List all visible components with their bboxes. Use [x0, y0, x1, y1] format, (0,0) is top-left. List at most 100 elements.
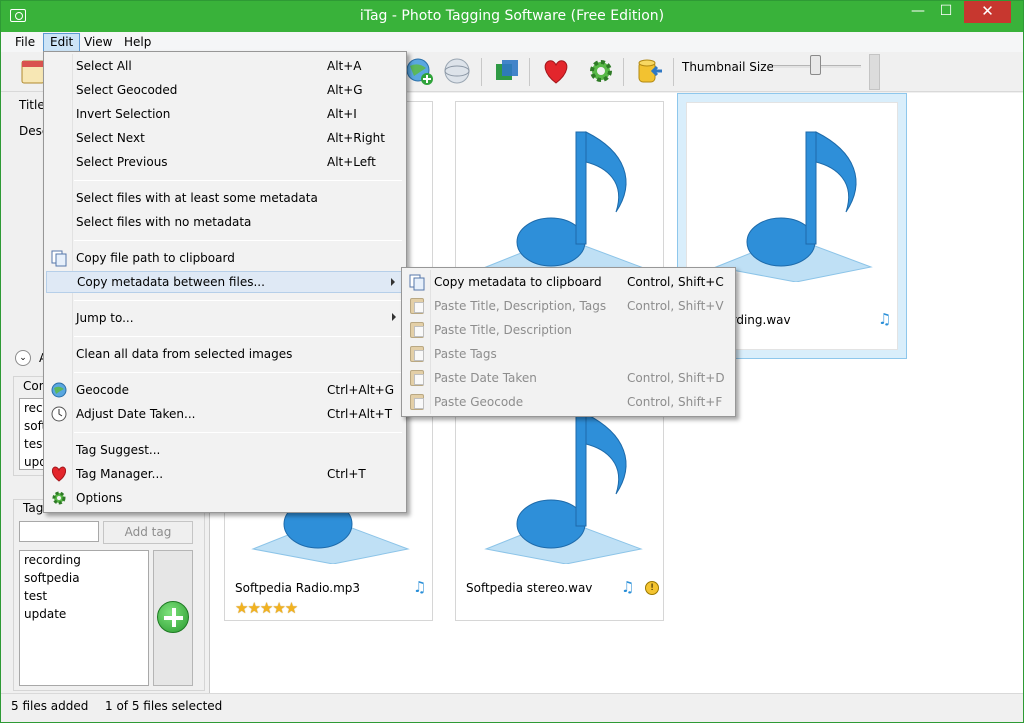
menu-item-shortcut: Ctrl+Alt+T [327, 407, 393, 421]
menu-item-shortcut: Alt+Right [327, 131, 385, 145]
submenu-item-paste-title-desc[interactable]: Paste Title, Description [404, 319, 733, 341]
files-added-status: 5 files added [11, 699, 89, 713]
audio-file-icon: ♫ [878, 310, 892, 328]
toolbar-overflow-button[interactable] [869, 54, 880, 90]
title-label: Title [19, 98, 45, 112]
database-export-icon[interactable] [633, 55, 665, 87]
menu-item-select-next[interactable]: Select Next Alt+Right [46, 127, 404, 149]
menu-item-shortcut: Alt+I [327, 107, 357, 121]
menu-item-label: Adjust Date Taken... [76, 407, 196, 421]
submenu-item-copy-metadata[interactable]: Copy metadata to clipboard Control, Shif… [404, 271, 733, 293]
menu-item-label: Copy metadata to clipboard [434, 275, 602, 289]
copy-metadata-submenu: Copy metadata to clipboard Control, Shif… [401, 267, 736, 417]
toolbar-separator [529, 58, 530, 86]
tags-label: Tag [23, 501, 44, 515]
menu-item-label: Select Geocoded [76, 83, 178, 97]
status-bar: 5 files added 1 of 5 files selected [1, 693, 1023, 722]
app-window: iTag - Photo Tagging Software (Free Edit… [0, 0, 1024, 723]
menu-item-label: Jump to... [76, 311, 134, 325]
menu-item-invert-selection[interactable]: Invert Selection Alt+I [46, 103, 404, 125]
menu-bar: File Edit View Help [1, 32, 1023, 52]
tag-input[interactable] [19, 521, 99, 542]
menu-item-select-geocoded[interactable]: Select Geocoded Alt+G [46, 79, 404, 101]
clipboard-icon [51, 250, 67, 267]
submenu-item-paste-title-desc-tags[interactable]: Paste Title, Description, Tags Control, … [404, 295, 733, 317]
paste-icon [410, 322, 424, 338]
list-item[interactable]: update [20, 605, 148, 623]
thumbnail-card[interactable]: Softpedia stereo.wav ♫ ! [455, 383, 664, 621]
menu-item-geocode[interactable]: Geocode Ctrl+Alt+G [46, 379, 404, 401]
menu-item-label: Select All [76, 59, 132, 73]
menu-item-label: Clean all data from selected images [76, 347, 293, 361]
menu-separator [74, 336, 402, 337]
menu-help[interactable]: Help [118, 33, 157, 52]
menu-item-tag-suggest[interactable]: Tag Suggest... [46, 439, 404, 461]
menu-item-label: Paste Title, Description, Tags [434, 299, 607, 313]
add-tag-plus-button[interactable] [153, 550, 193, 686]
heart-icon [51, 466, 67, 482]
menu-item-shortcut: Control, Shift+F [627, 395, 723, 409]
gear-icon[interactable] [585, 55, 617, 87]
menu-item-label: Tag Suggest... [76, 443, 161, 457]
thumbnail-size-label: Thumbnail Size [682, 60, 774, 74]
menu-item-copy-metadata-between-files[interactable]: Copy metadata between files... [46, 271, 404, 293]
menu-item-jump-to[interactable]: Jump to... [46, 307, 404, 329]
heart-icon[interactable] [540, 55, 572, 87]
globe-icon [51, 382, 67, 398]
submenu-item-paste-geocode[interactable]: Paste Geocode Control, Shift+F [404, 391, 733, 413]
menu-item-shortcut: Ctrl+T [327, 467, 366, 481]
menu-item-select-some-metadata[interactable]: Select files with at least some metadata [46, 187, 404, 209]
menu-view[interactable]: View [78, 33, 118, 52]
menu-item-label: Paste Date Taken [434, 371, 537, 385]
menu-item-adjust-date-taken[interactable]: Adjust Date Taken... Ctrl+Alt+T [46, 403, 404, 425]
paste-icon [410, 394, 424, 410]
audio-file-icon: ♫ [621, 578, 635, 596]
menu-file[interactable]: File [9, 33, 41, 52]
audio-file-icon: ♫ [413, 578, 427, 596]
menu-item-copy-file-path[interactable]: Copy file path to clipboard [46, 247, 404, 269]
submenu-item-paste-date-taken[interactable]: Paste Date Taken Control, Shift+D [404, 367, 733, 389]
menu-separator [74, 372, 402, 373]
thumbnail-filename: Softpedia Radio.mp3 [235, 581, 361, 595]
clipboard-icon [409, 274, 425, 291]
music-note-icon [484, 413, 643, 564]
submenu-arrow-icon [391, 278, 395, 286]
menu-item-select-all[interactable]: Select All Alt+A [46, 55, 404, 77]
list-item[interactable]: recording [20, 551, 148, 569]
submenu-item-paste-tags[interactable]: Paste Tags [404, 343, 733, 365]
sphere-icon[interactable] [441, 55, 473, 87]
collapse-chevron-icon[interactable]: ⌄ [15, 350, 31, 366]
toolbar-separator [623, 58, 624, 86]
star-rating[interactable]: ★★★★★ [235, 599, 298, 617]
menu-edit[interactable]: Edit [43, 33, 81, 52]
menu-item-select-previous[interactable]: Select Previous Alt+Left [46, 151, 404, 173]
thumbnail-size-slider[interactable] [810, 55, 821, 75]
paste-icon [410, 370, 424, 386]
menu-separator [74, 300, 402, 301]
toolbar-separator [481, 58, 482, 86]
menu-item-label: Geocode [76, 383, 129, 397]
edit-menu: Select All Alt+A Select Geocoded Alt+G I… [43, 51, 407, 513]
menu-item-options[interactable]: Options [46, 487, 404, 509]
list-item[interactable]: test [20, 587, 148, 605]
layers-icon[interactable] [491, 55, 523, 87]
close-button[interactable]: ✕ [964, 1, 1011, 23]
title-bar[interactable]: iTag - Photo Tagging Software (Free Edit… [1, 1, 1023, 32]
menu-item-shortcut: Alt+Left [327, 155, 376, 169]
minimize-button[interactable]: — [905, 1, 931, 23]
list-item[interactable]: softpedia [20, 569, 148, 587]
plus-icon [157, 601, 189, 633]
menu-item-shortcut: Alt+A [327, 59, 362, 73]
tags-list[interactable]: recording softpedia test update [19, 550, 149, 686]
maximize-button[interactable]: ☐ [933, 1, 959, 23]
menu-separator [74, 180, 402, 181]
music-note-icon [484, 131, 643, 282]
paste-icon [410, 346, 424, 362]
add-tag-button[interactable]: Add tag [103, 521, 193, 544]
menu-item-shortcut: Ctrl+Alt+G [327, 383, 395, 397]
menu-item-tag-manager[interactable]: Tag Manager... Ctrl+T [46, 463, 404, 485]
globe-add-icon[interactable] [403, 55, 435, 87]
menu-item-clean-all-data[interactable]: Clean all data from selected images [46, 343, 404, 365]
menu-item-select-no-metadata[interactable]: Select files with no metadata [46, 211, 404, 233]
clock-icon [51, 406, 67, 422]
